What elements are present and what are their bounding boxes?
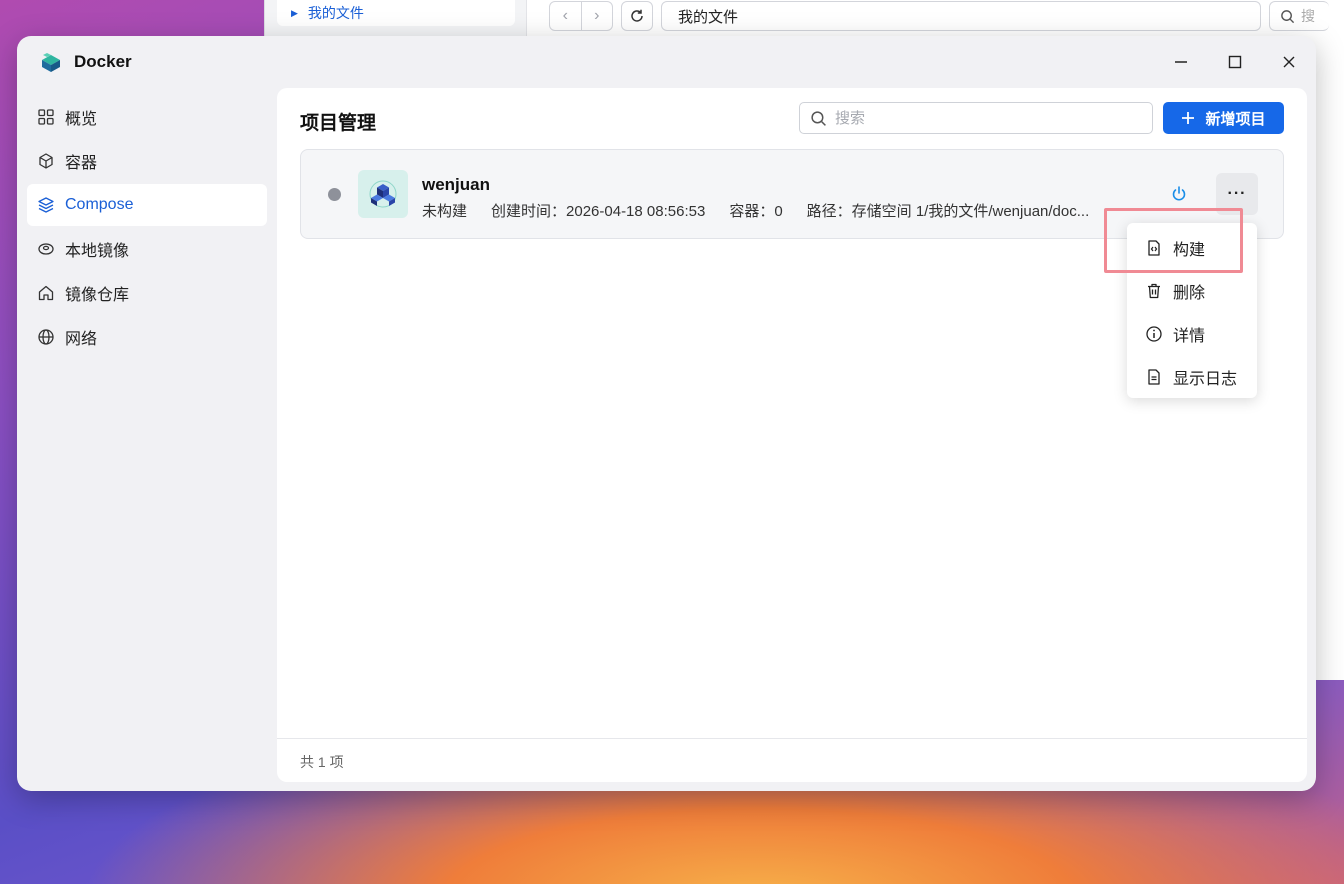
docker-window: Docker 概览 容器 Compose 本地镜像 镜像仓库 网络 项目管理 搜… [17, 36, 1316, 791]
search-box[interactable] [799, 102, 1153, 134]
background-nav-buttons: ‹ › [549, 1, 613, 31]
search-icon [1281, 9, 1295, 23]
search-input[interactable] [835, 109, 1135, 127]
context-menu: 构建 删除 详情 显示日志 [1127, 223, 1257, 398]
menu-item-build[interactable]: 构建 [1127, 226, 1257, 269]
refresh-button[interactable] [621, 1, 653, 31]
menu-item-details[interactable]: 详情 [1127, 312, 1257, 355]
project-path: 路径：存储空间 1/我的文件/wenjuan/doc... [806, 203, 1090, 220]
cube-icon [39, 153, 53, 169]
sidebar-item-compose[interactable]: Compose [27, 184, 267, 226]
project-name: wenjuan [422, 175, 491, 194]
background-sidebar-item-label: 我的文件 [307, 5, 364, 21]
power-icon [1172, 186, 1186, 201]
sidebar-item-label: 网络 [65, 331, 98, 348]
maximize-button[interactable] [1221, 50, 1249, 74]
menu-item-delete[interactable]: 删除 [1127, 269, 1257, 312]
page-title: 项目管理 [300, 113, 377, 134]
background-path-field[interactable]: 我的文件 [661, 1, 1261, 31]
sidebar-item-label: 本地镜像 [65, 243, 130, 260]
ellipsis-icon: ··· [1227, 185, 1247, 202]
sidebar-item-label: 容器 [65, 155, 98, 172]
menu-item-label: 详情 [1173, 327, 1206, 345]
background-search-field[interactable]: 搜 [1269, 1, 1329, 31]
menu-item-label: 删除 [1173, 284, 1206, 302]
sidebar-item-containers[interactable]: 容器 [27, 140, 267, 182]
home-icon [38, 285, 54, 301]
main-content: 项目管理 新增项目 wenj [277, 88, 1307, 782]
sidebar-item-label: Compose [65, 196, 134, 213]
project-status: 未构建 [422, 203, 468, 220]
refresh-icon [631, 9, 643, 22]
project-container-count: 容器：0 [729, 203, 783, 220]
add-project-button[interactable]: 新增项目 [1163, 102, 1284, 134]
disc-icon [38, 243, 54, 255]
start-button[interactable] [1167, 182, 1191, 206]
project-meta: 未构建 创建时间：2026-04-18 08:56:53 容器：0 路径：存储空… [422, 200, 1130, 221]
more-options-button[interactable]: ··· [1216, 173, 1258, 215]
maximize-icon [1228, 55, 1242, 69]
log-file-icon [1148, 368, 1160, 385]
sidebar-item-label: 概览 [65, 111, 98, 128]
item-count: 共 1 项 [300, 754, 344, 770]
menu-item-label: 显示日志 [1173, 370, 1238, 388]
footer-divider [277, 738, 1307, 739]
app-title: Docker [74, 52, 132, 71]
info-icon [1146, 325, 1162, 342]
background-toolbar: ‹ › 我的文件 搜 [549, 0, 1329, 32]
sidebar-item-overview[interactable]: 概览 [27, 96, 267, 138]
menu-item-label: 构建 [1173, 241, 1206, 259]
sidebar-item-local-images[interactable]: 本地镜像 [27, 228, 267, 270]
project-created-time: 创建时间：2026-04-18 08:56:53 [491, 203, 706, 220]
search-icon [811, 110, 826, 126]
background-search-text: 搜 [1301, 8, 1315, 24]
globe-icon [38, 329, 54, 345]
status-dot [328, 188, 341, 201]
project-icon [358, 170, 408, 218]
close-button[interactable] [1275, 50, 1303, 74]
layers-icon [38, 197, 54, 213]
sidebar: 概览 容器 Compose 本地镜像 镜像仓库 网络 [27, 96, 267, 360]
minimize-button[interactable] [1167, 50, 1195, 74]
cubes-icon [369, 180, 397, 208]
grid-icon [38, 109, 54, 125]
sidebar-item-network[interactable]: 网络 [27, 316, 267, 358]
menu-item-show-logs[interactable]: 显示日志 [1127, 355, 1257, 398]
plus-icon [1182, 112, 1195, 124]
title-bar: Docker [17, 36, 1316, 88]
sidebar-item-label: 镜像仓库 [65, 287, 130, 304]
sidebar-item-image-registry[interactable]: 镜像仓库 [27, 272, 267, 314]
add-project-label: 新增项目 [1205, 110, 1266, 128]
background-sidebar-item-my-files[interactable]: ▶ 我的文件 [277, 0, 515, 26]
docker-logo-icon [42, 53, 60, 72]
expand-triangle-icon: ▶ [291, 7, 298, 18]
forward-arrow-icon[interactable]: › [582, 2, 613, 30]
trash-icon [1148, 283, 1160, 298]
build-file-icon [1148, 239, 1160, 256]
close-icon [1283, 56, 1295, 68]
back-arrow-icon[interactable]: ‹ [550, 2, 582, 30]
minimize-icon [1175, 61, 1187, 63]
